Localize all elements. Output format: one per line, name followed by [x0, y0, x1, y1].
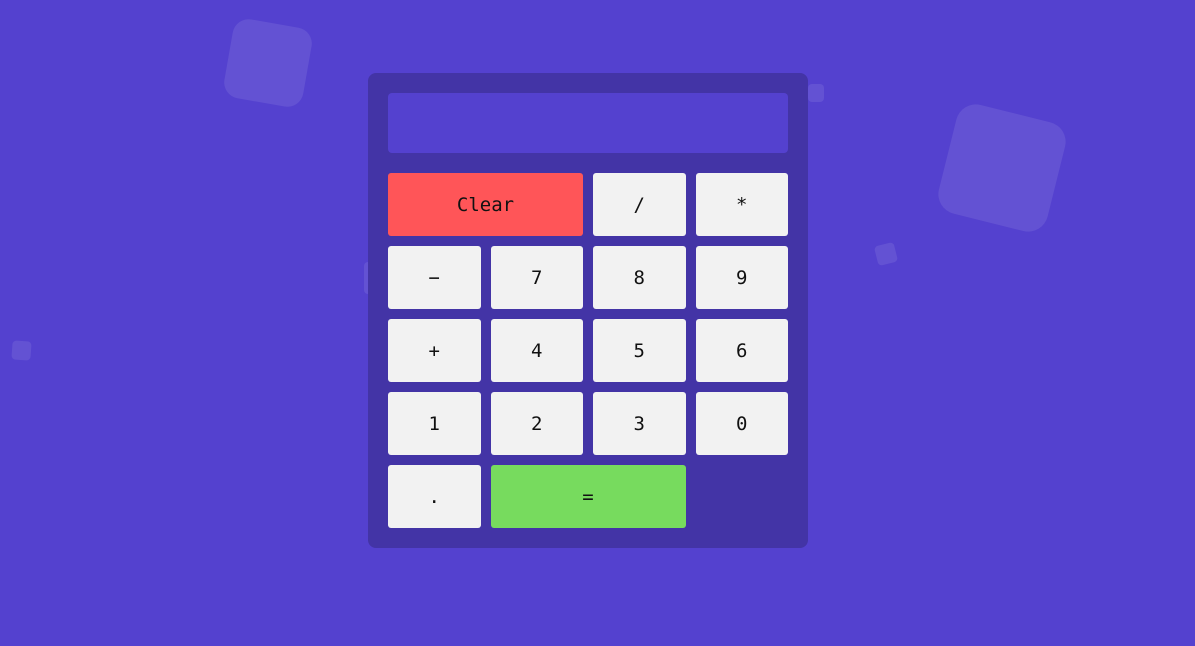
digit-4-button[interactable]: 4	[490, 319, 583, 382]
subtract-button[interactable]: −	[388, 246, 481, 309]
decimal-button[interactable]: .	[388, 465, 481, 528]
digit-9-button[interactable]: 9	[695, 246, 788, 309]
digit-7-button[interactable]: 7	[490, 246, 583, 309]
multiply-button[interactable]: *	[695, 173, 788, 236]
background-square	[11, 340, 32, 361]
calculator: Clear / * − 7 8 9 + 4 5 6 1 2 3 0 . =	[368, 73, 808, 548]
digit-0-button[interactable]: 0	[695, 392, 788, 455]
equals-button[interactable]: =	[490, 465, 686, 528]
digit-1-button[interactable]: 1	[388, 392, 481, 455]
digit-8-button[interactable]: 8	[593, 246, 686, 309]
digit-2-button[interactable]: 2	[490, 392, 583, 455]
digit-5-button[interactable]: 5	[593, 319, 686, 382]
digit-3-button[interactable]: 3	[593, 392, 686, 455]
calculator-display[interactable]	[388, 93, 788, 153]
background-square	[221, 16, 315, 110]
background-square	[934, 100, 1070, 236]
background-square	[873, 241, 899, 267]
clear-button[interactable]: Clear	[388, 173, 583, 236]
keypad: Clear / * − 7 8 9 + 4 5 6 1 2 3 0 . =	[388, 173, 788, 528]
background-square	[808, 84, 824, 102]
digit-6-button[interactable]: 6	[695, 319, 788, 382]
add-button[interactable]: +	[388, 319, 481, 382]
divide-button[interactable]: /	[593, 173, 686, 236]
